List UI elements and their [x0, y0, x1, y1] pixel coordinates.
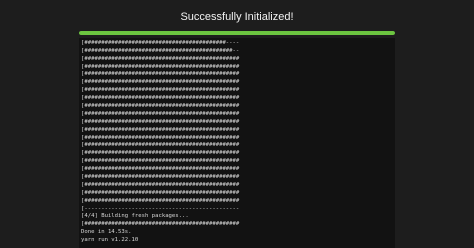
terminal-line: [#######################################… — [81, 71, 240, 78]
terminal-line: [#######################################… — [81, 181, 240, 188]
terminal-line: [#######################################… — [81, 126, 240, 133]
terminal-line: [#######################################… — [81, 173, 240, 180]
terminal-line: [#######################################… — [81, 150, 240, 157]
terminal-line: [#######################################… — [81, 39, 240, 46]
terminal-line: yarn run v1.22.10 — [81, 237, 139, 244]
terminal-line: [#######################################… — [81, 158, 240, 165]
terminal-log: [####################################---… — [81, 38, 239, 245]
terminal-line: [#######################################… — [81, 118, 240, 125]
terminal-line: [#######################################… — [81, 110, 240, 117]
terminal-line: [#######################################… — [81, 87, 240, 94]
terminal-output[interactable]: [####################################---… — [79, 38, 395, 248]
terminal-line: [#######################################… — [81, 47, 240, 54]
terminal-line: Done in 14.53s. — [81, 229, 132, 236]
terminal-line: [#######################################… — [81, 166, 240, 173]
terminal-line: [---------------------------------------… — [81, 205, 240, 212]
progress-bar-fill — [79, 31, 395, 35]
terminal-line: [#######################################… — [81, 63, 240, 70]
status-title: Successfully Initialized! — [180, 11, 294, 23]
terminal-line: [#######################################… — [81, 55, 240, 62]
terminal-line: [#######################################… — [81, 102, 240, 109]
terminal-line: [#######################################… — [81, 189, 240, 196]
terminal-line: [#######################################… — [81, 142, 240, 149]
terminal-line: [#######################################… — [81, 95, 240, 102]
terminal-line: [#######################################… — [81, 221, 240, 228]
terminal-line: [4/4] Building fresh packages... — [81, 213, 189, 220]
progress-bar — [79, 31, 395, 35]
terminal-line: [#######################################… — [81, 197, 240, 204]
terminal-line: [#######################################… — [81, 134, 240, 141]
terminal-line: [#######################################… — [81, 79, 240, 86]
